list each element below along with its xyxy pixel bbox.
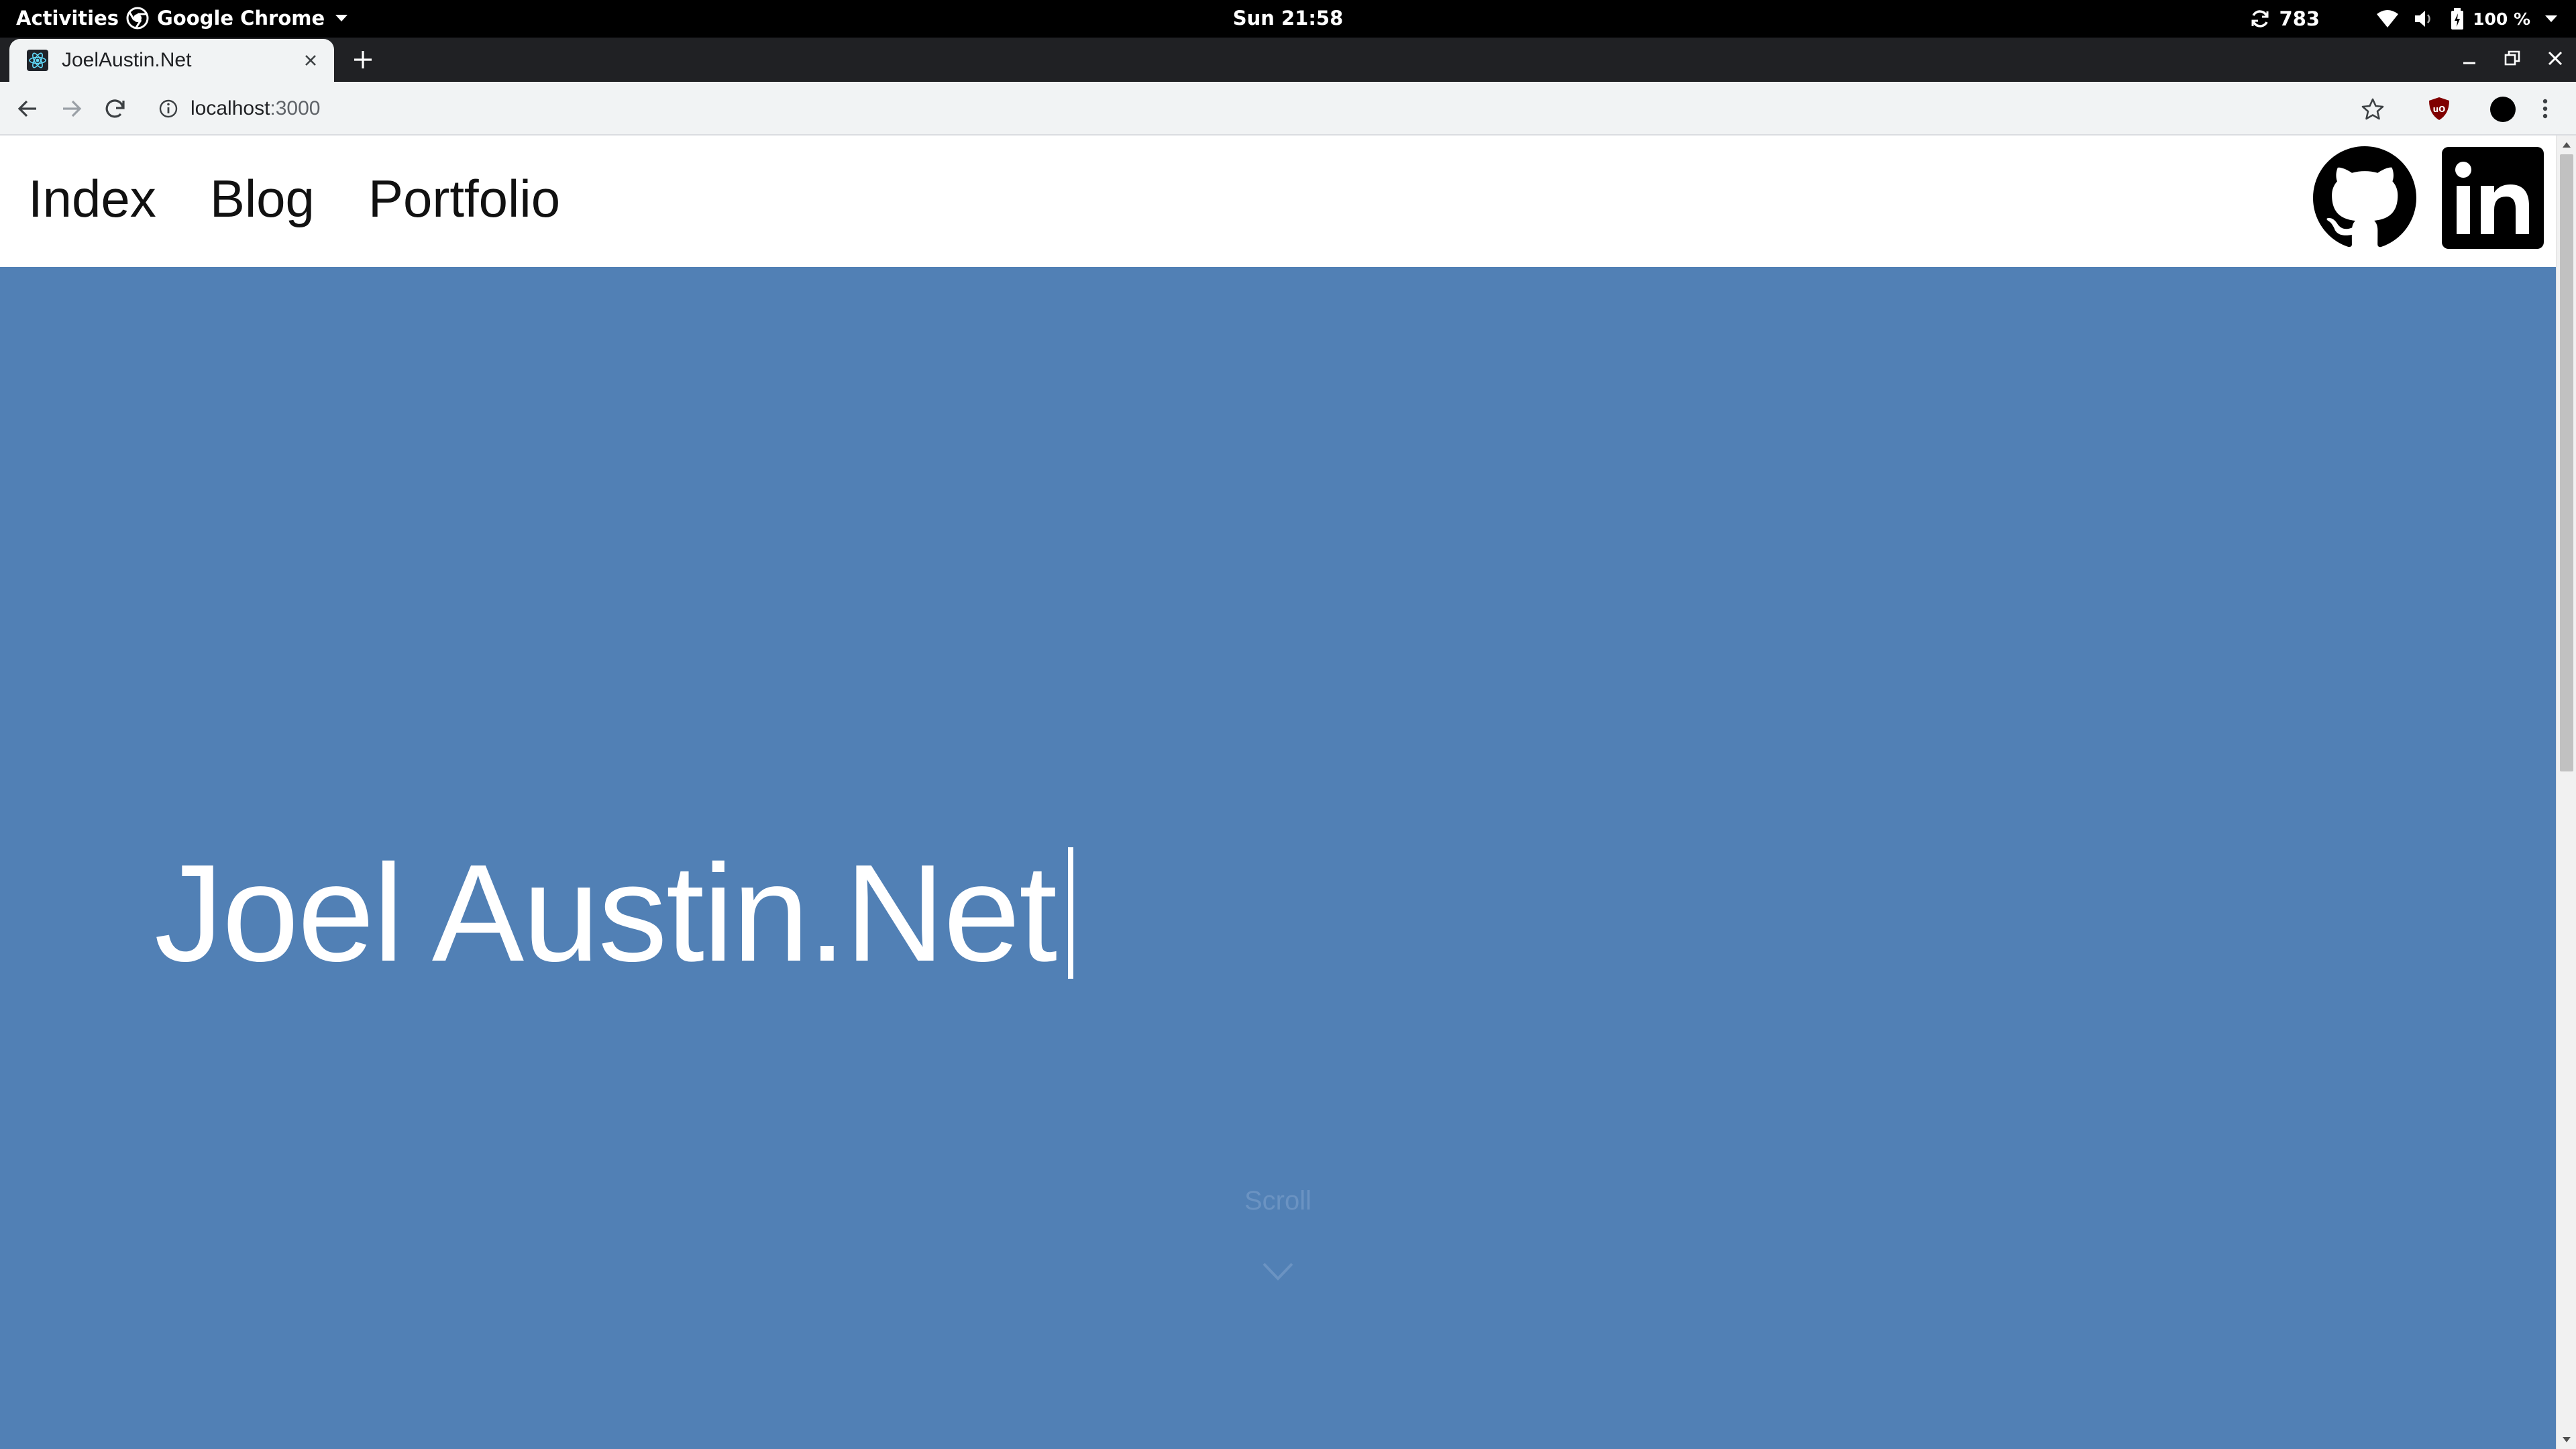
hero-title-text: Joel Austin.Net: [154, 836, 1057, 990]
clock[interactable]: Sun 21:58: [0, 7, 2576, 30]
nav-link-index[interactable]: Index: [28, 168, 156, 231]
back-arrow-icon[interactable]: [13, 94, 43, 123]
chevron-down-icon: [2545, 15, 2557, 22]
linkedin-icon[interactable]: [2442, 147, 2544, 249]
new-tab-button[interactable]: [350, 47, 376, 72]
bookmark-star-icon[interactable]: [2360, 97, 2385, 122]
url-host: localhost: [191, 97, 270, 119]
window-controls: [2458, 47, 2567, 70]
react-favicon-icon: [27, 50, 48, 71]
nav-link-blog[interactable]: Blog: [210, 168, 315, 231]
battery-percent: 100 %: [2473, 9, 2530, 29]
scroll-label[interactable]: Scroll: [1244, 1186, 1311, 1216]
tab-strip: JoelAustin.Net: [0, 38, 2576, 82]
close-window-icon[interactable]: [2544, 47, 2567, 70]
system-top-bar: Activities Google Chrome Sun 21:58 783 1…: [0, 0, 2576, 38]
reload-icon[interactable]: [101, 94, 130, 123]
profile-avatar[interactable]: [2490, 97, 2516, 122]
social-links: [2313, 146, 2544, 250]
kebab-menu-icon[interactable]: [2537, 95, 2553, 122]
info-icon[interactable]: [157, 97, 180, 120]
tab-active[interactable]: JoelAustin.Net: [9, 39, 334, 82]
volume-icon: [2415, 11, 2430, 27]
url-text[interactable]: localhost:3000: [191, 97, 320, 120]
chevron-down-icon[interactable]: [1261, 1261, 1295, 1281]
svg-text:uO: uO: [2433, 105, 2446, 114]
close-icon[interactable]: [301, 50, 321, 70]
ublock-extension-icon[interactable]: uO: [2426, 95, 2453, 122]
scroll-up-icon[interactable]: [2563, 142, 2571, 148]
sync-count: 783: [2279, 7, 2320, 30]
tab-title: JoelAustin.Net: [62, 49, 192, 71]
minimize-icon[interactable]: [2458, 47, 2481, 70]
battery-icon: [2451, 8, 2464, 30]
address-bar[interactable]: localhost:3000: [145, 89, 2398, 129]
page-scrollbar[interactable]: [2556, 136, 2576, 1449]
site-nav-links: Index Blog Portfolio: [28, 168, 560, 231]
browser-toolbar: localhost:3000 uO: [0, 82, 2576, 136]
scroll-down-icon[interactable]: [2563, 1437, 2571, 1442]
url-port: :3000: [270, 97, 321, 119]
nav-link-portfolio[interactable]: Portfolio: [368, 168, 560, 231]
hero-title: Joel Austin.Net: [154, 836, 1074, 990]
scrollbar-thumb[interactable]: [2560, 154, 2573, 771]
github-icon[interactable]: [2313, 146, 2416, 250]
site-navbar: Index Blog Portfolio: [0, 136, 2556, 267]
forward-arrow-icon[interactable]: [56, 94, 86, 123]
system-tray[interactable]: 783 100 %: [2249, 5, 2557, 32]
page-viewport: Index Blog Portfolio Joel Austin.Net: [0, 136, 2556, 1449]
restore-icon[interactable]: [2501, 47, 2524, 70]
typing-cursor: [1068, 847, 1074, 979]
wifi-icon: [2377, 10, 2399, 28]
sync-icon: [2251, 10, 2269, 28]
